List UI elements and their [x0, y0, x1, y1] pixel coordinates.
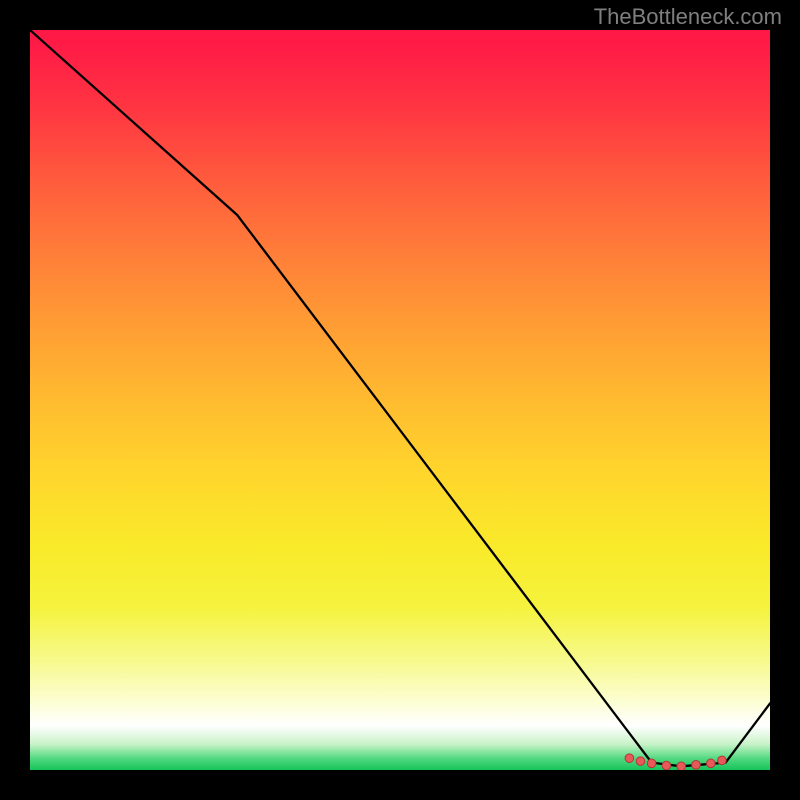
watermark-text: TheBottleneck.com: [594, 4, 782, 30]
marker-dot: [677, 762, 686, 770]
marker-dot: [707, 759, 716, 768]
marker-dot: [692, 761, 701, 770]
curve-line: [30, 30, 770, 766]
marker-dot: [625, 754, 634, 763]
marker-dot: [636, 757, 645, 766]
marker-dot: [718, 756, 727, 765]
marker-dot: [647, 759, 656, 768]
chart-svg: [30, 30, 770, 770]
chart-container: TheBottleneck.com: [0, 0, 800, 800]
min-region-markers: [625, 754, 726, 770]
plot-area: [30, 30, 770, 770]
marker-dot: [662, 761, 671, 770]
